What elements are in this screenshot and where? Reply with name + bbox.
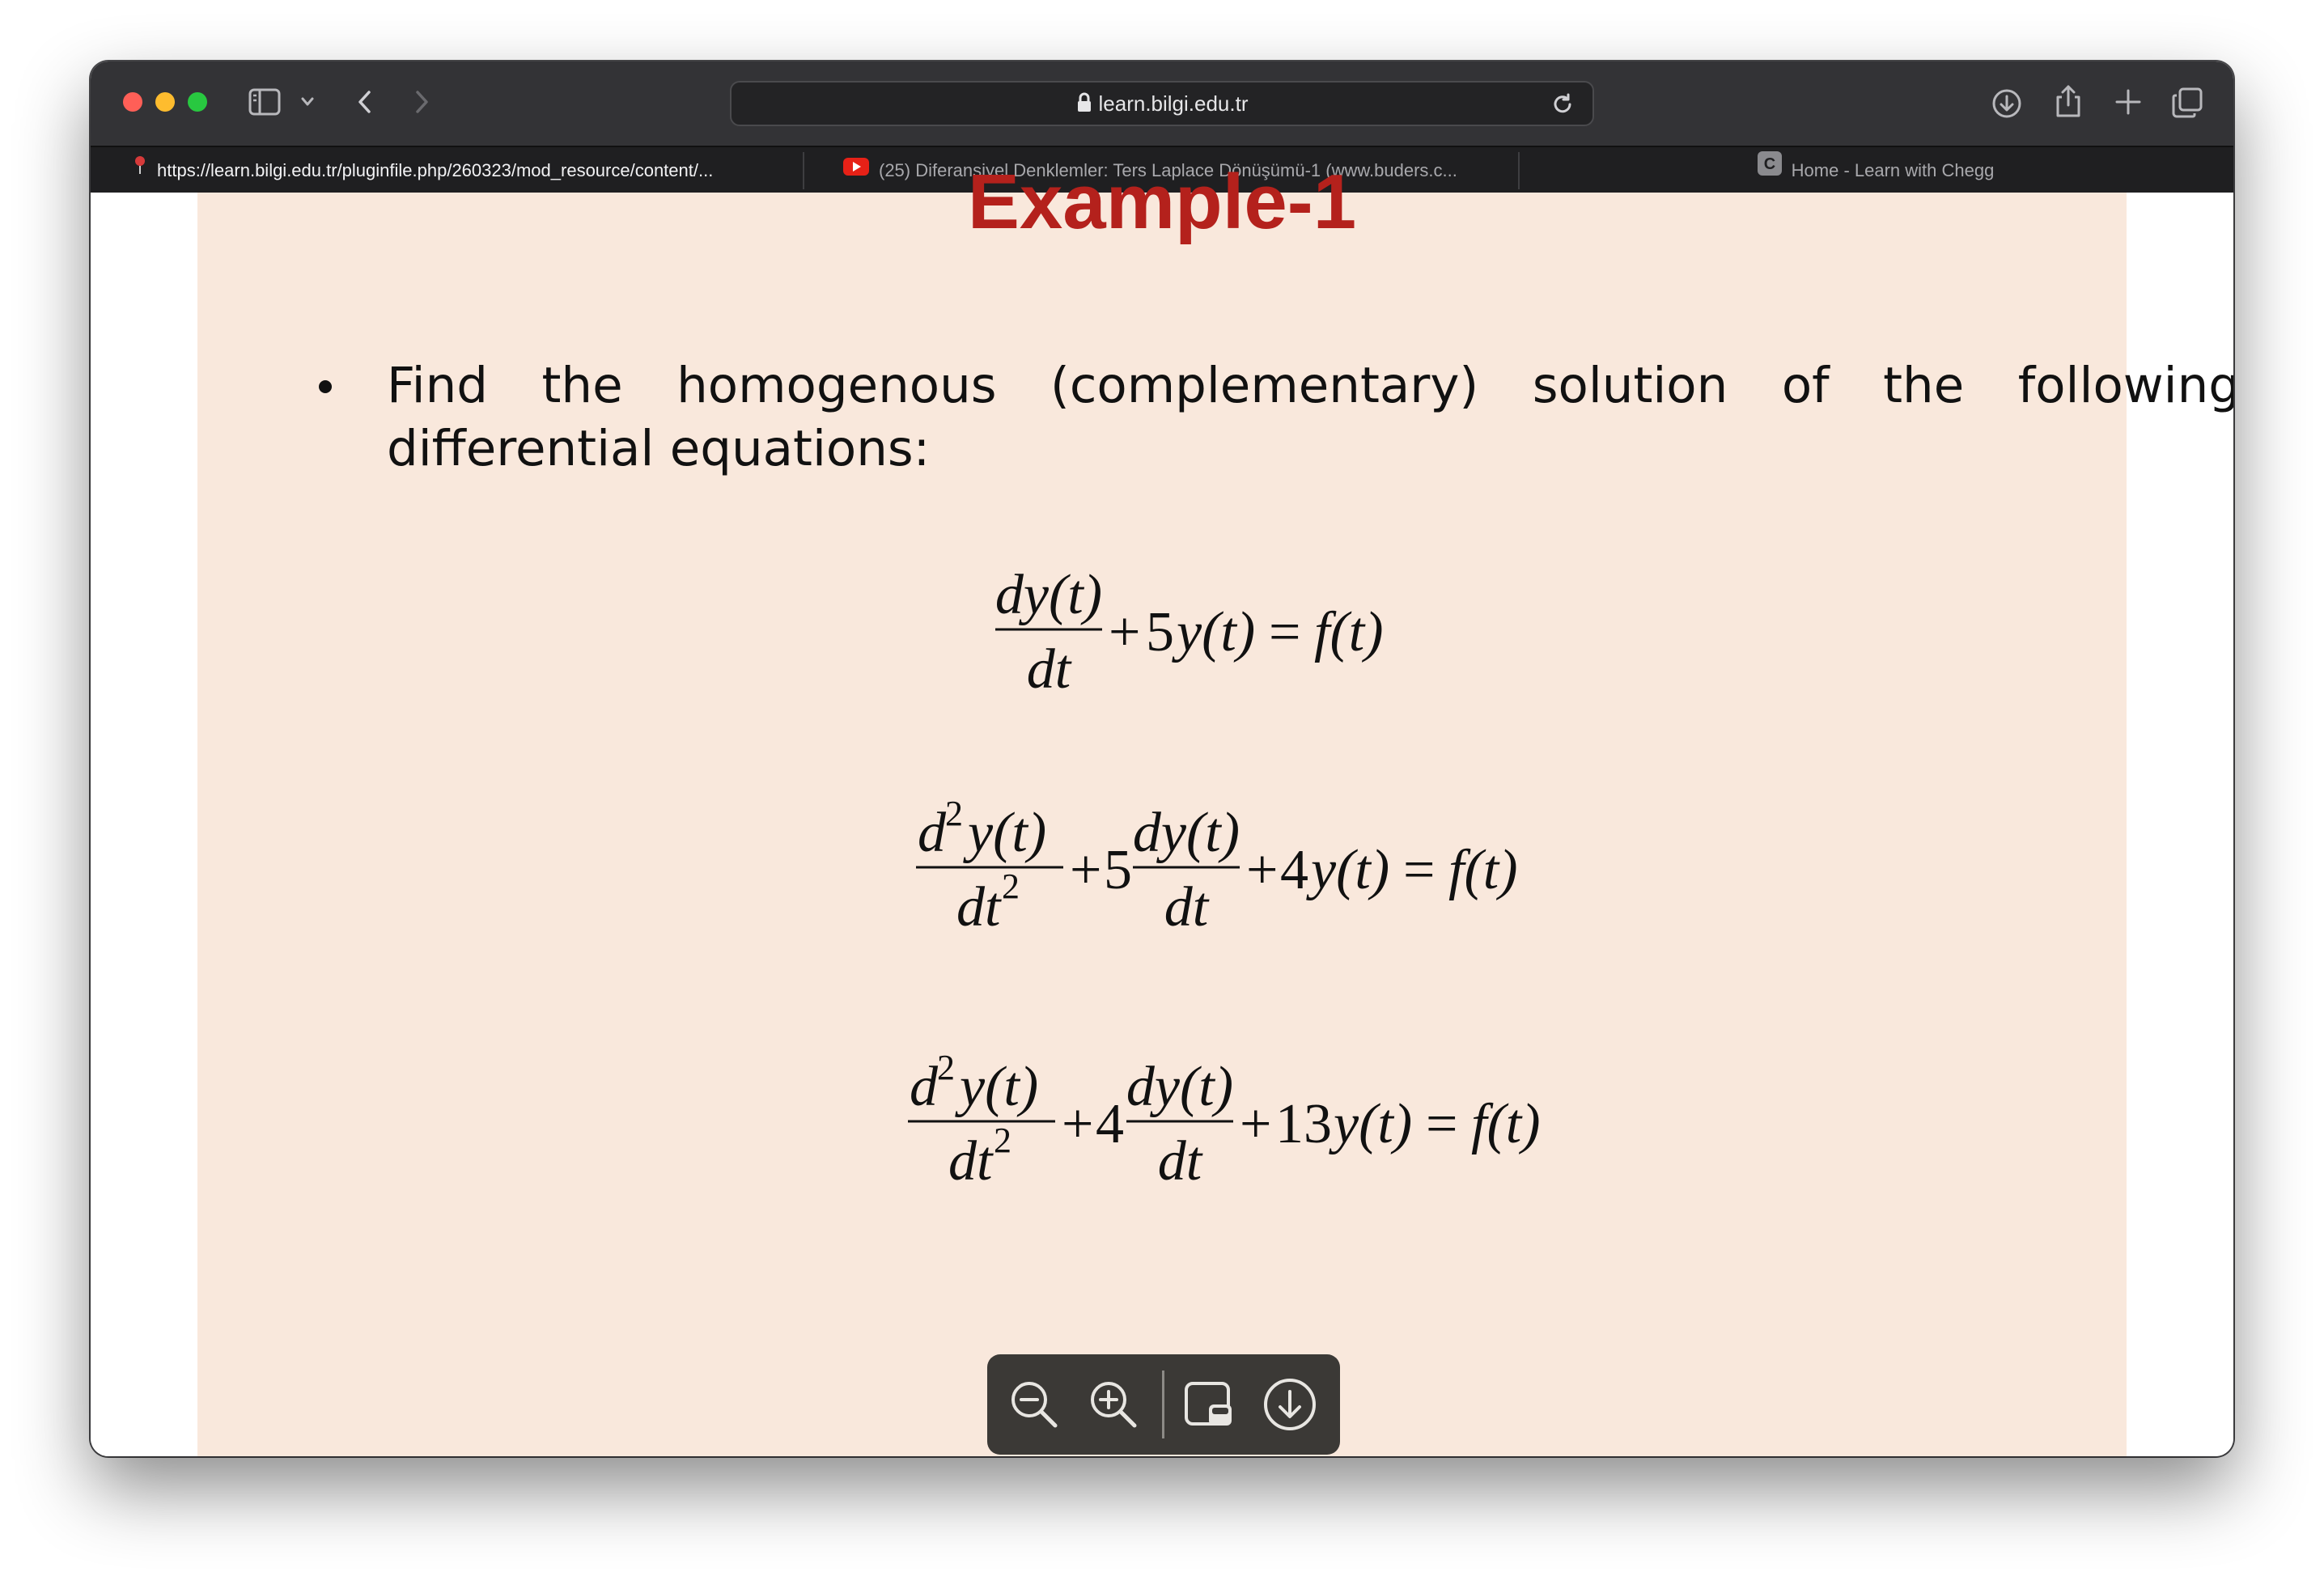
tab-overview-icon[interactable] [2170, 86, 2204, 120]
eq3-first-derivative-denominator: dt [1158, 1130, 1203, 1193]
eq2-denominator: dt [956, 876, 1002, 938]
coefficient: 4 [1280, 839, 1308, 901]
eq3-first-derivative-numerator: dy(t) [1126, 1056, 1233, 1118]
eq2-term: y(t) [1306, 839, 1389, 901]
eq2-first-derivative-denominator: dt [1164, 876, 1210, 938]
coefficient: 13 [1275, 1093, 1332, 1155]
download-icon[interactable] [1261, 1375, 1319, 1434]
equals-sign: = [1269, 601, 1300, 663]
pdf-viewer[interactable]: Example-1 Find the homogenous (complemen… [91, 159, 2233, 1456]
coefficient: 5 [1146, 601, 1174, 663]
eq3-exponent: 2 [937, 1048, 955, 1087]
plus-sign: + [1109, 601, 1140, 663]
sidebar-thumbnail-icon[interactable] [1181, 1375, 1240, 1434]
eq3-term: y(t) [1329, 1093, 1412, 1155]
address-text: learn.bilgi.edu.tr [1098, 91, 1249, 116]
maximize-window-button[interactable] [188, 92, 207, 112]
eq1-numerator: dy(t) [995, 564, 1102, 626]
slide-page: Example-1 Find the homogenous (complemen… [197, 159, 2233, 1456]
sidebar-toggle-icon[interactable] [248, 86, 282, 118]
address-bar[interactable]: learn.bilgi.edu.tr [730, 81, 1594, 126]
coefficient: 5 [1104, 839, 1132, 901]
eq3-denominator-exponent: 2 [994, 1121, 1011, 1160]
equation-3: d 2 y(t) dt 2 + 4 dy(t) dt + 13 y(t) = f… [908, 1048, 1541, 1193]
plus-sign: + [1070, 839, 1101, 901]
plus-sign: + [1062, 1093, 1093, 1155]
pdf-floating-toolbar [987, 1354, 1340, 1455]
equation-1: dy(t) dt + 5 y(t) = f(t) [995, 564, 1384, 701]
chevron-down-icon[interactable] [299, 94, 316, 110]
eq3-d: d [910, 1056, 939, 1118]
close-window-button[interactable] [123, 92, 142, 112]
lock-icon [1076, 85, 1092, 127]
pin-icon [133, 147, 147, 193]
equations-area: dy(t) dt + 5 y(t) = f(t) d 2 y(t) dt 2 +… [908, 564, 1541, 1193]
coefficient: 4 [1096, 1093, 1124, 1155]
equation-2: d 2 y(t) dt 2 + 5 dy(t) dt + 4 y(t) = f(… [916, 794, 1518, 938]
equals-sign: = [1426, 1093, 1457, 1155]
back-icon[interactable] [353, 86, 377, 118]
eq2-exponent: 2 [945, 794, 963, 833]
equals-sign: = [1403, 839, 1435, 901]
eq2-denominator-exponent: 2 [1002, 866, 1020, 906]
toolbar-divider [1162, 1371, 1164, 1438]
eq2-first-derivative-numerator: dy(t) [1133, 802, 1240, 864]
zoom-out-icon[interactable] [1005, 1375, 1063, 1434]
browser-window: learn.bilgi.edu.tr https://learn.bilgi.e… [91, 61, 2233, 1456]
eq1-rhs: f(t) [1314, 601, 1384, 663]
plus-sign: + [1240, 1093, 1271, 1155]
eq2-d: d [918, 802, 947, 864]
zoom-in-icon[interactable] [1084, 1375, 1143, 1434]
downloads-icon[interactable] [1991, 87, 2023, 120]
eq3-rhs: f(t) [1471, 1093, 1541, 1155]
minimize-window-button[interactable] [155, 92, 175, 112]
eq1-term: y(t) [1172, 601, 1255, 663]
reload-icon[interactable] [1550, 92, 1575, 121]
eq3-numerator: y(t) [955, 1056, 1038, 1118]
plus-sign: + [1246, 839, 1278, 901]
eq2-numerator: y(t) [963, 802, 1046, 864]
eq1-denominator: dt [1027, 638, 1072, 701]
eq2-rhs: f(t) [1448, 839, 1518, 901]
browser-toolbar: learn.bilgi.edu.tr [91, 61, 2233, 146]
forward-icon[interactable] [409, 86, 434, 118]
new-tab-icon[interactable] [2112, 86, 2144, 118]
eq3-denominator: dt [948, 1130, 994, 1193]
share-icon[interactable] [2052, 83, 2084, 120]
